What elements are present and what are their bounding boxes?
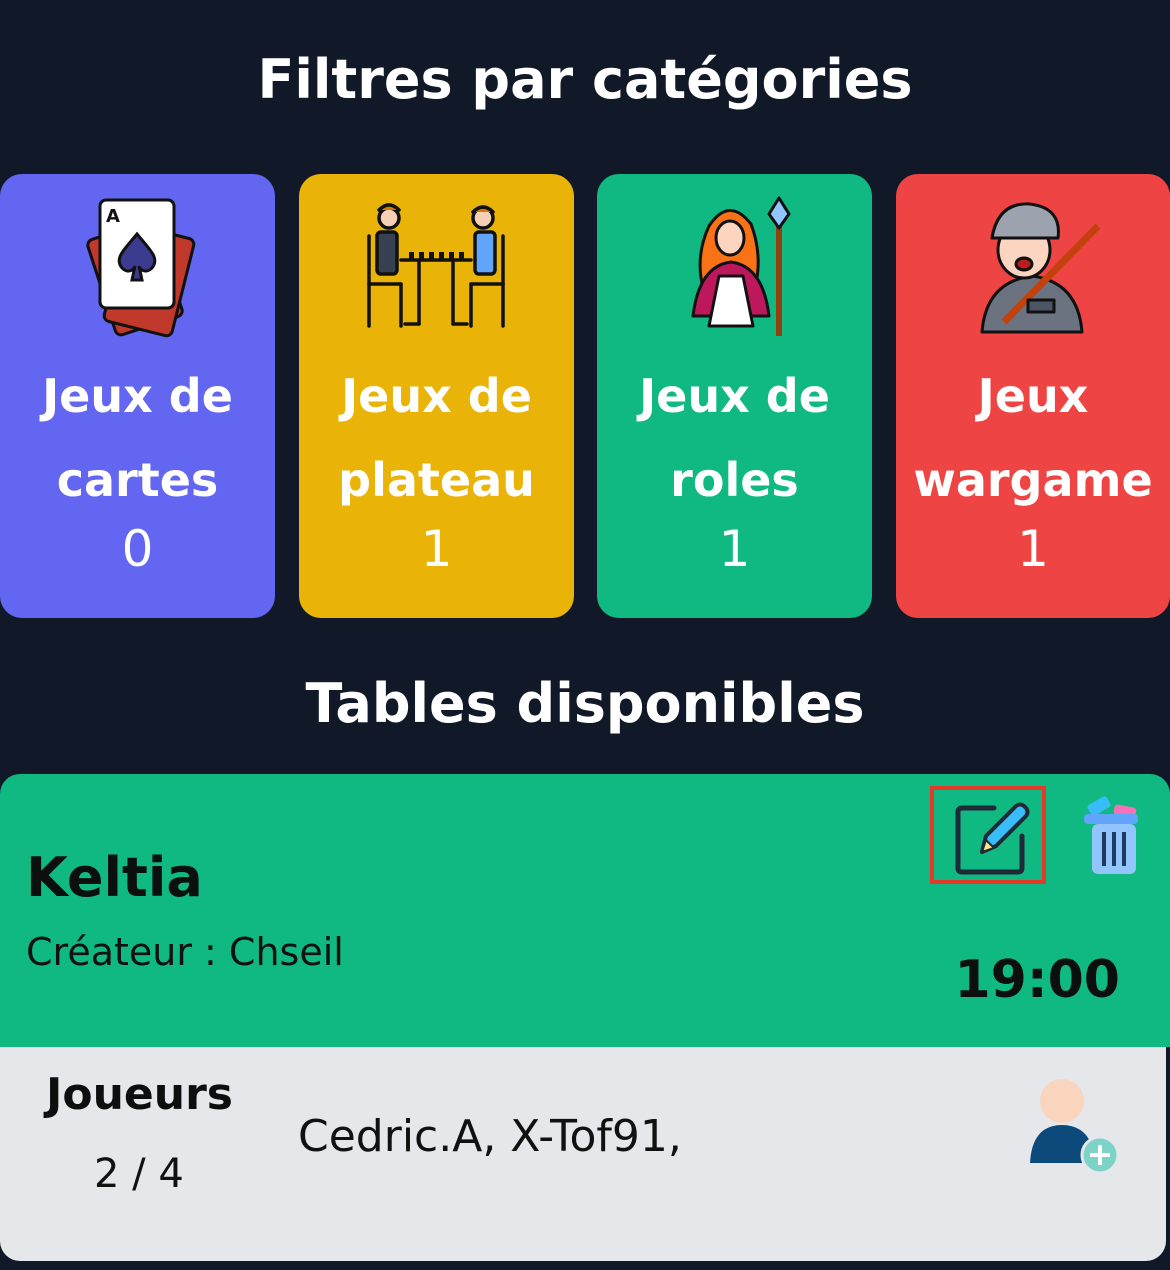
delete-button[interactable] — [1080, 796, 1144, 876]
players-label: Joueurs — [46, 1069, 233, 1120]
category-count: 0 — [121, 520, 154, 578]
category-card-roles[interactable]: Jeux de roles 1 — [597, 174, 872, 618]
table-time: 19:00 — [954, 950, 1120, 1010]
svg-text:A: A — [106, 206, 120, 227]
table-card-header: Keltia Créateur : Chseil 19:00 — [0, 774, 1170, 1047]
table-card-body: Joueurs 2 / 4 Cedric.A, X-Tof91, — [0, 1047, 1166, 1261]
cards-icon: A — [86, 198, 196, 338]
category-label-line2: wargame — [913, 453, 1153, 507]
category-card-plateau[interactable]: Jeux de plateau 1 — [299, 174, 574, 618]
tables-title: Tables disponibles — [305, 672, 865, 735]
soldier-icon — [980, 202, 1101, 334]
category-label-line1: Jeux de — [341, 369, 532, 423]
edit-button[interactable] — [930, 786, 1046, 884]
category-card-cartes[interactable]: A Jeux de cartes 0 — [0, 174, 275, 618]
table-creator: Créateur : Chseil — [26, 930, 344, 974]
players-count: 2 / 4 — [94, 1151, 184, 1197]
filters-title: Filtres par catégories — [257, 48, 913, 111]
category-card-wargame[interactable]: Jeux wargame 1 — [896, 174, 1170, 618]
players-list: Cedric.A, X-Tof91, — [298, 1111, 682, 1162]
add-user-icon — [1030, 1079, 1120, 1175]
join-table-button[interactable] — [1026, 1077, 1122, 1177]
category-filters: A Jeux de cartes 0 Jeux de plateau 1 Jeu… — [0, 174, 1170, 618]
category-label-line1: Jeux — [977, 369, 1089, 423]
category-label-line2: plateau — [338, 453, 535, 507]
sorceress-icon — [691, 196, 791, 336]
trash-icon — [1084, 796, 1138, 874]
category-label-line2: cartes — [56, 453, 219, 507]
category-label-line2: roles — [670, 453, 799, 507]
edit-icon — [955, 802, 1030, 875]
category-count: 1 — [1017, 520, 1049, 578]
category-label-line1: Jeux de — [639, 369, 830, 423]
category-label-line1: Jeux de — [42, 369, 233, 423]
category-count: 1 — [718, 520, 751, 578]
table-card: Keltia Créateur : Chseil 19:00 Joueurs 2… — [0, 774, 1170, 1264]
board-game-players-icon — [367, 203, 505, 328]
category-count: 1 — [420, 520, 453, 578]
table-name: Keltia — [26, 846, 203, 909]
